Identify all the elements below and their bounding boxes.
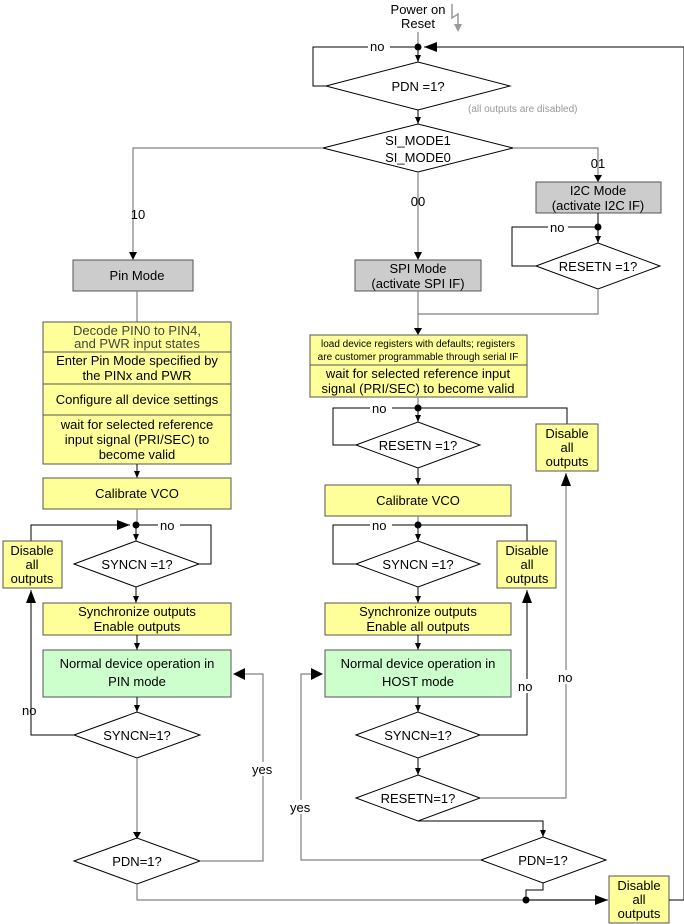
decision-si-mode-line1: SI_MODE1 — [385, 133, 451, 148]
i2c-mode-line1: I2C Mode — [570, 183, 626, 198]
host-pdn-no — [525, 883, 544, 900]
decision-host-resetn2-text: RESETN=1? — [381, 791, 456, 806]
final-return-path — [669, 47, 684, 901]
pin-calibrate-text: Calibrate VCO — [95, 486, 179, 501]
host-disable-2-return — [418, 524, 528, 541]
decision-pdn-top-text: PDN =1? — [391, 79, 444, 94]
pin-sync-line2: Enable outputs — [94, 619, 181, 634]
edge-no-label: no — [372, 518, 386, 533]
decision-pin-syncn2-text: SYNCN=1? — [103, 728, 171, 743]
disable-text: outputs — [546, 454, 589, 469]
host-calibrate-text: Calibrate VCO — [376, 493, 460, 508]
branch-label-i2c: 01 — [591, 156, 605, 171]
power-lightning-icon — [451, 4, 459, 26]
host-wait-line2: signal (PRI/SEC) to become valid — [322, 381, 515, 396]
disable-text: Disable — [617, 878, 660, 893]
spi-mode-line2: (activate SPI IF) — [371, 276, 464, 291]
disable-text: all — [560, 440, 573, 455]
edge-yes-label: yes — [290, 800, 311, 815]
decision-host-syncn1-text: SYNCN =1? — [382, 557, 453, 572]
pin-mode-text: Pin Mode — [110, 268, 165, 283]
edge-no-label: no — [550, 220, 564, 235]
branch-i2c — [513, 147, 599, 181]
pin-enter-line1: Enter Pin Mode specified by — [56, 353, 218, 368]
edge-no-label: no — [558, 670, 572, 685]
branch-label-pin: 10 — [131, 207, 145, 222]
start-label-line1: Power on — [391, 2, 446, 17]
host-load-line1: load device registers with defaults; reg… — [321, 339, 515, 350]
host-disable-1-return — [418, 407, 568, 424]
power-arrow-icon — [454, 24, 462, 32]
edge-no-label: no — [372, 401, 386, 416]
disable-text: Disable — [545, 426, 588, 441]
disable-text: outputs — [618, 906, 661, 921]
host-sync-line1: Synchronize outputs — [359, 604, 477, 619]
edge-no-label: no — [518, 679, 532, 694]
pin-wait-line2: input signal (PRI/SEC) to — [65, 432, 210, 447]
disable-text: Disable — [10, 543, 53, 558]
branch-pin — [132, 147, 323, 258]
pin-sync-line1: Synchronize outputs — [78, 604, 196, 619]
edge-no-label: no — [370, 39, 384, 54]
disable-text: all — [25, 557, 38, 572]
disable-text: outputs — [506, 571, 549, 586]
decision-host-syncn2-text: SYNCN=1? — [384, 728, 452, 743]
pin-disable-return — [30, 520, 130, 541]
spi-mode-line1: SPI Mode — [389, 261, 446, 276]
i2c-to-host — [418, 289, 599, 315]
flowchart: Power on Reset no PDN =1? (all outputs a… — [2, 2, 684, 924]
decision-pin-syncn1-text: SYNCN =1? — [101, 557, 172, 572]
branch-label-spi: 00 — [411, 194, 425, 209]
pin-enter-line2: the PINx and PWR — [82, 368, 191, 383]
decision-i2c-resetn-text: RESETN =1? — [559, 259, 637, 274]
start-label-line2: Reset — [401, 16, 435, 31]
host-sync-line2: Enable all outputs — [366, 619, 470, 634]
pin-wait-line1: wait for selected reference — [60, 417, 213, 432]
disable-text: all — [520, 557, 533, 572]
host-normal-line1: Normal device operation in — [341, 656, 496, 671]
pin-pdn-no — [136, 884, 600, 901]
disable-text: Disable — [505, 543, 548, 558]
decision-si-mode-line2: SI_MODE0 — [385, 150, 451, 165]
decision-host-pdn-text: PDN=1? — [518, 853, 568, 868]
host-normal-line2: HOST mode — [382, 674, 454, 689]
disable-text: outputs — [11, 571, 54, 586]
host-load-line2: are customer programmable through serial… — [318, 352, 519, 363]
host-wait-line1: wait for selected reference input — [325, 366, 511, 381]
pin-normal-line1: Normal device operation in — [60, 656, 215, 671]
pin-normal-line2: PIN mode — [108, 674, 166, 689]
note-outputs-disabled: (all outputs are disabled) — [468, 104, 578, 115]
disable-text: all — [632, 892, 645, 907]
edge-no-label: no — [160, 518, 174, 533]
pin-decode-line2: and PWR input states — [74, 336, 200, 351]
decision-host-resetn1-text: RESETN =1? — [379, 438, 457, 453]
decision-pin-pdn-text: PDN=1? — [112, 854, 162, 869]
pin-configure-text: Configure all device settings — [56, 392, 219, 407]
edge-yes-label: yes — [252, 762, 273, 777]
pin-wait-line3: become valid — [99, 447, 176, 462]
i2c-mode-line2: (activate I2C IF) — [552, 198, 644, 213]
host-pdn-yes — [300, 673, 481, 861]
edge-no-label: no — [22, 703, 36, 718]
